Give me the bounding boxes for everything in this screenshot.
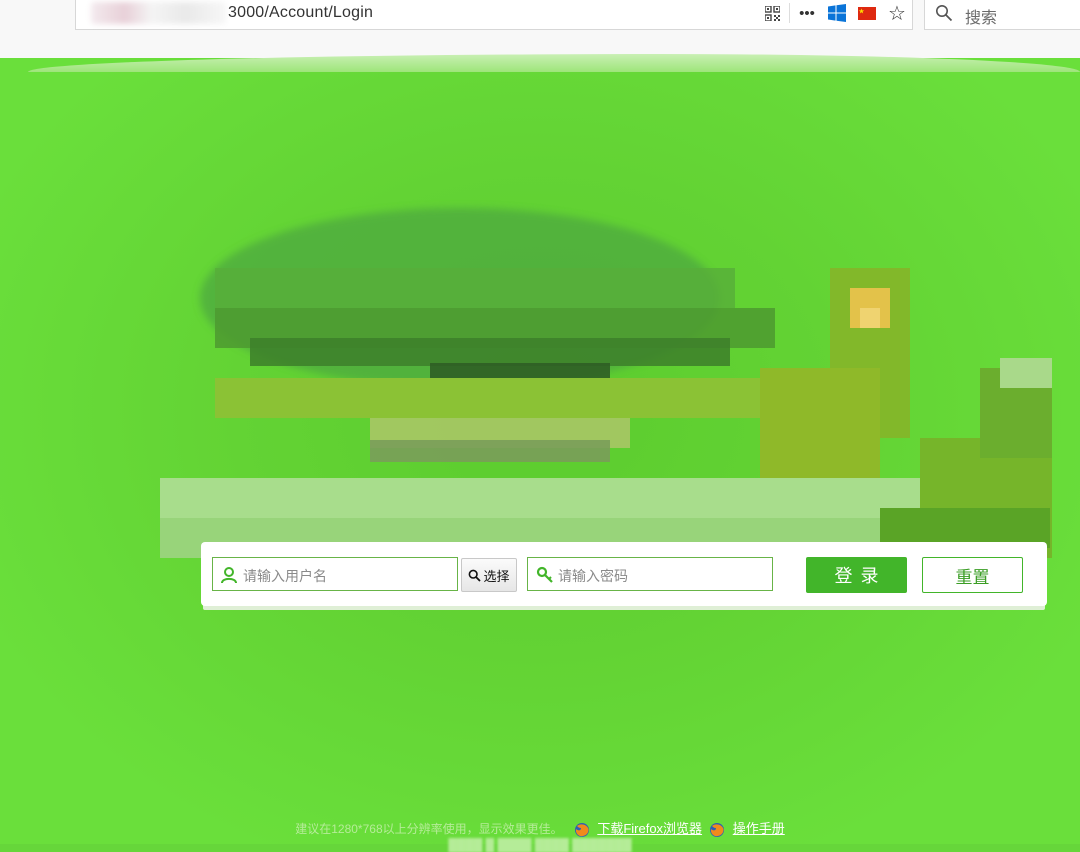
windows-icon[interactable] — [822, 0, 852, 28]
password-field[interactable]: 请输入密码 — [527, 557, 773, 591]
search-icon — [936, 5, 953, 22]
copyright-redacted: ████ █ ████ ████ ███████ — [448, 838, 632, 852]
login-page: 请输入用户名 选择 请输入密码 登录 重置 建议在1280*768以上分辨率使用… — [0, 54, 1080, 852]
firefox-icon — [710, 822, 725, 837]
banner-image-redacted — [160, 208, 1052, 558]
bookmark-star-icon[interactable]: ☆ — [882, 0, 912, 28]
url-text[interactable]: 3000/Account/Login — [228, 4, 373, 22]
search-placeholder: 搜索 — [965, 10, 998, 27]
choose-user-button[interactable]: 选择 — [461, 558, 517, 592]
toolbar-separator — [789, 3, 790, 23]
manual-link[interactable]: 操作手册 — [733, 821, 785, 836]
resolution-tip: 建议在1280*768以上分辨率使用，显示效果更佳。 — [295, 822, 563, 836]
login-form: 请输入用户名 选择 请输入密码 登录 重置 — [201, 542, 1047, 606]
username-placeholder: 请输入用户名 — [243, 568, 327, 584]
browser-search-box[interactable]: 搜索 — [924, 0, 1080, 30]
password-placeholder: 请输入密码 — [558, 568, 628, 584]
search-icon — [469, 569, 482, 582]
reset-button[interactable]: 重置 — [922, 557, 1023, 593]
browser-toolbar: 3000/Account/Login ••• ☆ 搜索 — [0, 0, 1080, 58]
url-host-redacted — [91, 2, 226, 24]
address-bar[interactable]: 3000/Account/Login ••• ☆ — [75, 0, 913, 30]
firefox-icon — [574, 822, 589, 837]
user-icon — [221, 567, 237, 584]
download-firefox-link[interactable]: 下载Firefox浏览器 — [597, 821, 702, 836]
china-flag-icon[interactable] — [852, 0, 882, 28]
footer-links: 建议在1280*768以上分辨率使用，显示效果更佳。 下载Firefox浏览器 … — [0, 818, 1080, 838]
login-button[interactable]: 登录 — [806, 557, 907, 593]
more-icon[interactable]: ••• — [792, 0, 822, 28]
username-field[interactable]: 请输入用户名 — [212, 557, 458, 591]
choose-button-label: 选择 — [483, 568, 510, 584]
qr-code-icon[interactable] — [757, 0, 787, 28]
key-icon — [536, 566, 553, 583]
